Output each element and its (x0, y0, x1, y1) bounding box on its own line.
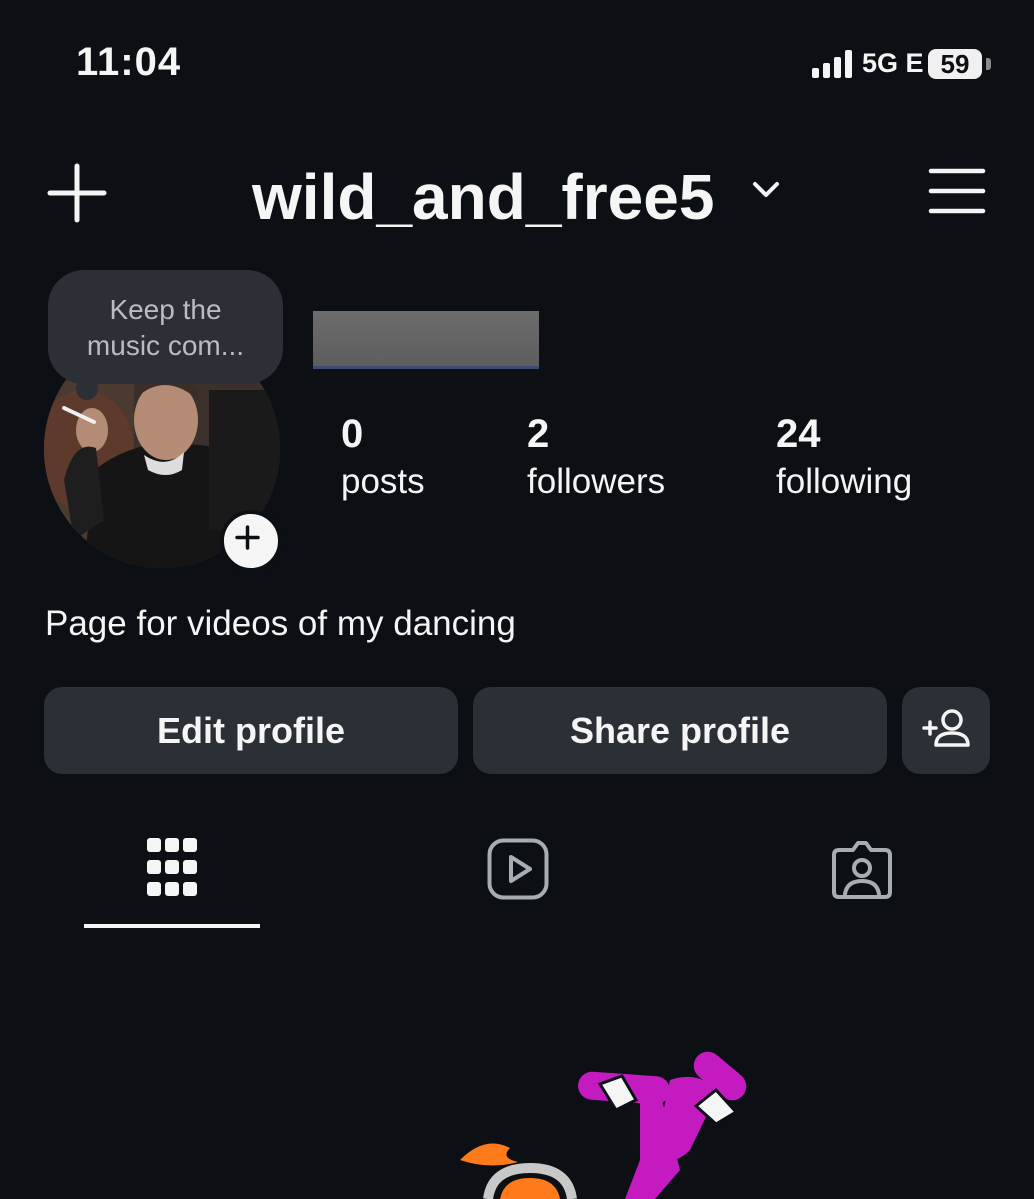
stat-following-label: following (776, 462, 913, 501)
note-bubble-tail (76, 378, 98, 400)
tab-reels[interactable] (430, 820, 606, 920)
add-person-icon (922, 709, 970, 747)
note-bubble[interactable]: Keep the music com... (48, 270, 283, 384)
hamburger-menu-icon[interactable] (928, 166, 986, 216)
stat-followers-count: 2 (527, 412, 550, 456)
plus-icon[interactable] (46, 162, 108, 224)
tab-tagged[interactable] (774, 820, 950, 920)
empty-state-illustration (440, 1040, 800, 1199)
chevron-down-icon[interactable] (750, 178, 782, 202)
add-story-icon[interactable] (220, 510, 282, 572)
stat-posts[interactable]: 0 posts (341, 410, 425, 506)
status-time: 11:04 (76, 40, 182, 84)
grid-icon (147, 838, 197, 896)
reels-icon (487, 838, 549, 900)
profile-header: wild_and_free5 (0, 150, 1034, 240)
status-bar: 11:04 5G E 59 (0, 0, 1034, 130)
network-type: 5G E (862, 48, 924, 78)
battery-icon: 59 (928, 49, 982, 79)
profile-bio: Page for videos of my dancing (45, 604, 516, 643)
username-title[interactable]: wild_and_free5 (252, 160, 714, 234)
display-name-redacted (313, 311, 539, 369)
stat-followers-label: followers (527, 462, 666, 501)
battery-nub (986, 58, 991, 70)
tagged-icon (832, 841, 892, 899)
battery-level: 59 (940, 49, 970, 79)
stat-posts-count: 0 (341, 412, 364, 456)
signal-icon (812, 50, 852, 78)
share-profile-button[interactable]: Share profile (473, 687, 887, 774)
edit-profile-button[interactable]: Edit profile (44, 687, 458, 774)
tab-grid[interactable] (84, 820, 260, 920)
stat-following-count: 24 (776, 412, 821, 456)
discover-people-button[interactable] (902, 687, 990, 774)
note-text: Keep the music com... (86, 294, 245, 361)
stat-posts-label: posts (341, 462, 425, 501)
stat-following[interactable]: 24 following (776, 410, 912, 506)
profile-tabs (0, 820, 1034, 930)
stat-followers[interactable]: 2 followers (527, 410, 665, 506)
tab-active-indicator (84, 924, 260, 928)
dancing-figure-illustration (460, 1051, 747, 1199)
